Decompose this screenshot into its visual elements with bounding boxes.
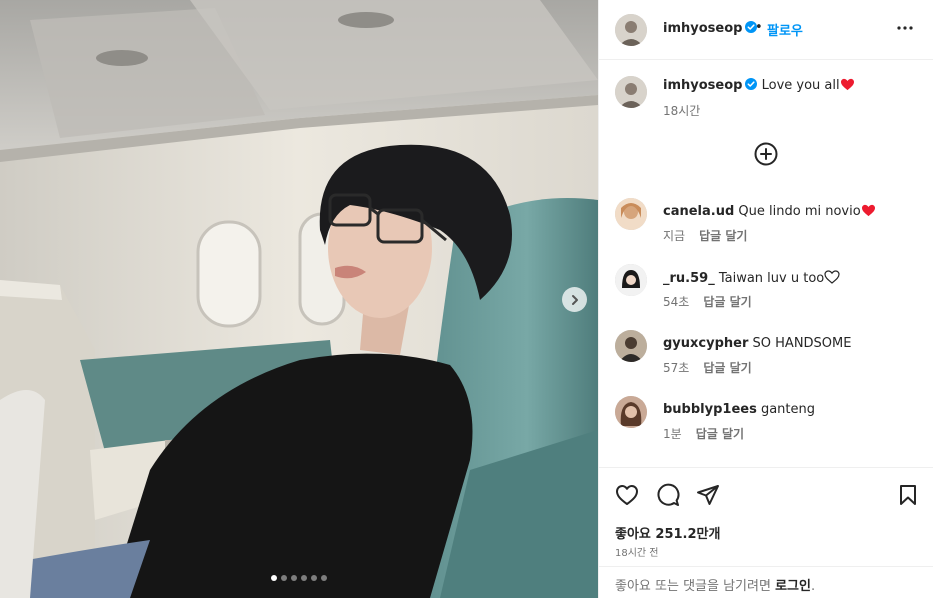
chevron-right-icon bbox=[571, 294, 578, 305]
comment-item: bubblyp1ees ganteng 1분 답글 달기 bbox=[599, 396, 933, 456]
plus-circle-icon[interactable] bbox=[754, 142, 778, 166]
login-link[interactable]: 로그인 bbox=[775, 579, 811, 594]
comment-time: 57초 bbox=[663, 361, 690, 375]
carousel-dot bbox=[301, 575, 307, 581]
comment-line: canela.ud Que lindo mi novio bbox=[663, 204, 876, 219]
comment-meta: 54초 답글 달기 bbox=[663, 293, 752, 310]
carousel-dot bbox=[281, 575, 287, 581]
photo-scene bbox=[0, 0, 598, 598]
login-prompt-suffix: . bbox=[810, 579, 816, 594]
login-prompt-text: 좋아요 또는 댓글을 남기려면 bbox=[615, 579, 776, 594]
verified-badge-icon bbox=[745, 78, 758, 90]
carousel-dot bbox=[291, 575, 297, 581]
comment-item: _ru.59_ Taiwan luv u too 54초 답글 달기 bbox=[599, 264, 933, 324]
commenter-avatar[interactable] bbox=[615, 264, 647, 296]
post-caption: imhyoseop Love you all 18시간 bbox=[599, 72, 933, 122]
reply-button[interactable]: 답글 달기 bbox=[696, 425, 744, 442]
commenter-username[interactable]: gyuxcypher bbox=[663, 336, 748, 351]
header-separator: • bbox=[755, 20, 763, 35]
post-photo[interactable] bbox=[0, 0, 598, 598]
post-actions: 좋아요 251.2만개 18시간 전 좋아요 또는 댓글을 남기려면 로그인. bbox=[599, 467, 933, 598]
heart-icon[interactable] bbox=[615, 483, 639, 507]
carousel-indicator bbox=[0, 575, 598, 581]
comment-text: ganteng bbox=[760, 402, 816, 417]
red-heart-emoji-icon bbox=[840, 78, 854, 91]
comment-meta: 지금 답글 달기 bbox=[663, 227, 747, 244]
comment-item: canela.ud Que lindo mi novio 지금 답글 달기 bbox=[599, 198, 933, 258]
comment-line: bubblyp1ees ganteng bbox=[663, 402, 815, 417]
more-options-icon[interactable] bbox=[895, 18, 915, 38]
post-header: imhyoseop • 팔로우 bbox=[599, 0, 933, 60]
carousel-dot bbox=[271, 575, 277, 581]
caption-avatar[interactable] bbox=[615, 76, 647, 108]
comment-text: Que lindo mi novio bbox=[738, 204, 861, 219]
caption-line: imhyoseop Love you all bbox=[663, 78, 855, 93]
post-side-panel: imhyoseop • 팔로우 imhyoseop Love you all 1… bbox=[598, 0, 933, 598]
comment-time: 지금 bbox=[663, 229, 686, 243]
comment-text: SO HANDSOME bbox=[752, 336, 852, 351]
bookmark-icon[interactable] bbox=[896, 483, 920, 507]
comment-icon[interactable] bbox=[656, 483, 680, 507]
caption-text: Love you all bbox=[761, 78, 840, 93]
author-username[interactable]: imhyoseop bbox=[663, 21, 758, 36]
like-count[interactable]: 좋아요 251.2만개 bbox=[615, 523, 720, 542]
comment-line: gyuxcypher SO HANDSOME bbox=[663, 336, 851, 351]
carousel-dot bbox=[321, 575, 327, 581]
commenter-avatar[interactable] bbox=[615, 396, 647, 428]
follow-button[interactable]: 팔로우 bbox=[767, 20, 803, 39]
share-icon[interactable] bbox=[696, 483, 720, 507]
reply-button[interactable]: 답글 달기 bbox=[703, 293, 751, 310]
login-prompt: 좋아요 또는 댓글을 남기려면 로그인. bbox=[599, 566, 933, 598]
red-heart-emoji-icon bbox=[861, 204, 875, 217]
comment-time: 1분 bbox=[663, 427, 682, 441]
carousel-dot bbox=[311, 575, 317, 581]
comment-time: 54초 bbox=[663, 295, 690, 309]
reply-button[interactable]: 답글 달기 bbox=[699, 227, 747, 244]
caption-time: 18시간 bbox=[663, 104, 701, 118]
reply-button[interactable]: 답글 달기 bbox=[703, 359, 751, 376]
comment-line: _ru.59_ Taiwan luv u too bbox=[663, 270, 840, 286]
comment-meta: 57초 답글 달기 bbox=[663, 359, 752, 376]
comment-item: gyuxcypher SO HANDSOME 57초 답글 달기 bbox=[599, 330, 933, 390]
comment-text: Taiwan luv u too bbox=[718, 271, 825, 286]
commenter-username[interactable]: _ru.59_ bbox=[663, 271, 715, 286]
author-username-text[interactable]: imhyoseop bbox=[663, 21, 742, 36]
carousel-next-button[interactable] bbox=[562, 287, 587, 312]
commenter-username[interactable]: bubblyp1ees bbox=[663, 402, 757, 417]
commenter-avatar[interactable] bbox=[615, 198, 647, 230]
commenter-username[interactable]: canela.ud bbox=[663, 204, 734, 219]
post-timestamp[interactable]: 18시간 전 bbox=[615, 544, 659, 559]
white-heart-emoji-icon bbox=[824, 270, 840, 284]
caption-username[interactable]: imhyoseop bbox=[663, 78, 742, 93]
commenter-avatar[interactable] bbox=[615, 330, 647, 362]
author-avatar[interactable] bbox=[615, 14, 647, 46]
comment-meta: 1분 답글 달기 bbox=[663, 425, 744, 442]
